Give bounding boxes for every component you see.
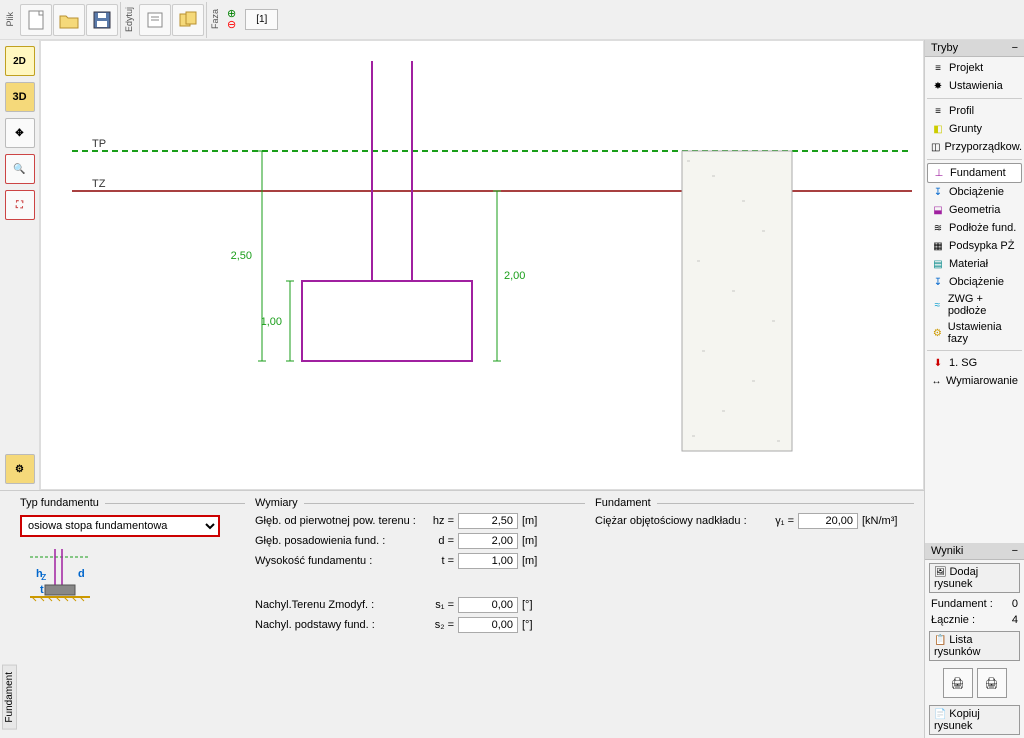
new-file-button[interactable] <box>20 4 52 36</box>
material-icon: ▤ <box>931 257 945 271</box>
input-gamma1[interactable] <box>798 513 858 529</box>
mode-1sg[interactable]: ⬇1. SG <box>927 354 1022 372</box>
gear-icon: ✸ <box>931 79 945 93</box>
mode-ustawienia[interactable]: ✸Ustawienia <box>927 77 1022 95</box>
side-tab-fundament[interactable]: Fundament <box>2 665 17 730</box>
dimensioning-icon: ↔ <box>931 374 942 388</box>
geometry-icon: ⬓ <box>931 203 945 217</box>
svg-text:z: z <box>41 571 47 583</box>
save-file-button[interactable] <box>86 4 118 36</box>
plus-minus-icon[interactable]: ⊕⊖ <box>225 9 238 31</box>
row-gamma1: Ciężar objętościowy nadkładu : γ₁ = [kN/… <box>595 513 914 529</box>
input-s2[interactable] <box>458 617 518 633</box>
phase-tab-1[interactable]: [1] <box>245 9 278 30</box>
foundation-icon: ⊥ <box>932 166 946 180</box>
kopiuj-rysunek-button[interactable]: 📄 Kopiuj rysunek <box>929 705 1020 735</box>
edit-button-1[interactable] <box>139 4 171 36</box>
group-edytuj <box>137 2 207 38</box>
svg-text:d: d <box>78 568 85 580</box>
mode-grunty[interactable]: ◧Grunty <box>927 120 1022 138</box>
row-s1: Nachyl.Terenu Zmodyf. : s₁ = [°] <box>255 597 585 613</box>
input-hz[interactable] <box>458 513 518 529</box>
move-button[interactable]: ✥ <box>5 118 35 148</box>
sg-icon: ⬇ <box>931 356 945 370</box>
mode-ust-fazy[interactable]: ⚙Ustawienia fazy <box>927 319 1022 347</box>
view-2d-button[interactable]: 2D <box>5 46 35 76</box>
water-icon: ≈ <box>931 298 944 312</box>
label-tp: TP <box>92 138 106 150</box>
mode-podsypka[interactable]: ▦Podsypka PŻ <box>927 237 1022 255</box>
mode-wymiar[interactable]: ↔Wymiarowanie <box>927 372 1022 390</box>
col-wymiary: Wymiary Głęb. od pierwotnej pow. terenu … <box>255 497 585 732</box>
profile-icon: ≡ <box>931 104 945 118</box>
legend-wymiary: Wymiary <box>255 497 298 509</box>
legend-fund: Fundament <box>595 497 651 509</box>
load-icon: ↧ <box>931 185 945 199</box>
bedding-icon: ▦ <box>931 239 945 253</box>
top-toolbar: Plik Edytuj Faza ⊕⊖ [1] <box>0 0 1024 40</box>
load2-icon: ↧ <box>931 275 945 289</box>
mode-zwg[interactable]: ≈ZWG + podłoże <box>927 291 1022 319</box>
row-d: Głęb. posadowienia fund. : d = [m] <box>255 533 585 549</box>
input-d[interactable] <box>458 533 518 549</box>
minimize-icon[interactable]: − <box>1012 42 1018 54</box>
mode-material[interactable]: ▤Materiał <box>927 255 1022 273</box>
mode-podloze[interactable]: ≋Podłoże fund. <box>927 219 1022 237</box>
phase-settings-icon: ⚙ <box>931 326 944 340</box>
input-t[interactable] <box>458 553 518 569</box>
legend-typ: Typ fundamentu <box>20 497 99 509</box>
foundation-diagram: hz d t <box>20 547 100 607</box>
mode-projekt[interactable]: ≡Projekt <box>927 59 1022 77</box>
view-3d-button[interactable]: 3D <box>5 82 35 112</box>
group-label-edytuj: Edytuj <box>123 7 135 32</box>
tryby-header: Tryby− <box>925 40 1024 57</box>
mode-geometria[interactable]: ⬓Geometria <box>927 201 1022 219</box>
doc-icon: ≡ <box>931 61 945 75</box>
dim-100: 1,00 <box>261 316 282 328</box>
left-toolbar: 2D 3D ✥ 🔍 ⛶ ⚙ <box>0 40 40 490</box>
dim-250: 2,50 <box>231 250 252 262</box>
wyniki-section: Wyniki− 🖼 Dodaj rysunek Fundament :0 Łąc… <box>925 543 1024 738</box>
open-file-button[interactable] <box>53 4 85 36</box>
input-s1[interactable] <box>458 597 518 613</box>
mode-obciazenie2[interactable]: ↧Obciążenie <box>927 273 1022 291</box>
zoom-button[interactable]: 🔍 <box>5 154 35 184</box>
soil-icon: ◧ <box>931 122 945 136</box>
wyniki-header: Wyniki− <box>925 543 1024 560</box>
row-t: Wysokość fundamentu : t = [m] <box>255 553 585 569</box>
minimize-icon[interactable]: − <box>1012 545 1018 557</box>
row-fundament: Fundament :0 <box>925 596 1024 612</box>
row-hz: Głęb. od pierwotnej pow. terenu : hz = [… <box>255 513 585 529</box>
mode-przypor[interactable]: ◫Przyporządkow. <box>927 138 1022 156</box>
lista-rysunkow-button[interactable]: 📋 Lista rysunków <box>929 631 1020 661</box>
dim-200: 2,00 <box>504 270 525 282</box>
subgrade-icon: ≋ <box>931 221 945 235</box>
row-lacznie: Łącznie :4 <box>925 612 1024 628</box>
group-label-plik: Plik <box>4 12 16 27</box>
fit-button[interactable]: ⛶ <box>5 190 35 220</box>
print-button-1[interactable]: 🖨 <box>943 668 973 698</box>
group-plik <box>18 2 121 38</box>
label-tz: TZ <box>92 178 106 190</box>
col-fundament: Fundament Ciężar objętościowy nadkładu :… <box>595 497 914 732</box>
group-label-faza: Faza <box>209 9 221 29</box>
assign-icon: ◫ <box>931 140 940 154</box>
group-faza: ⊕⊖ [1] <box>223 2 280 38</box>
drawing-canvas[interactable]: TP TZ 2,50 1,00 2,00 <box>40 40 924 490</box>
col-typ: Typ fundamentu osiowa stopa fundamentowa… <box>20 497 245 732</box>
row-s2: Nachyl. podstawy fund. : s₂ = [°] <box>255 617 585 633</box>
mode-profil[interactable]: ≡Profil <box>927 102 1022 120</box>
dodaj-rysunek-button[interactable]: 🖼 Dodaj rysunek <box>929 563 1020 593</box>
mode-fundament[interactable]: ⊥Fundament <box>927 163 1022 183</box>
mode-obciazenie[interactable]: ↧Obciążenie <box>927 183 1022 201</box>
foundation-type-select[interactable]: osiowa stopa fundamentowa <box>20 515 220 537</box>
bottom-panel: Fundament Typ fundamentu osiowa stopa fu… <box>0 490 924 738</box>
edit-button-2[interactable] <box>172 4 204 36</box>
print-button-2[interactable]: 🖨 <box>977 668 1007 698</box>
modes-list: ≡Projekt ✸Ustawienia ≡Profil ◧Grunty ◫Pr… <box>925 57 1024 392</box>
svg-text:t: t <box>40 584 44 596</box>
right-panel: Tryby− ≡Projekt ✸Ustawienia ≡Profil ◧Gru… <box>924 40 1024 738</box>
settings-button[interactable]: ⚙ <box>5 454 35 484</box>
